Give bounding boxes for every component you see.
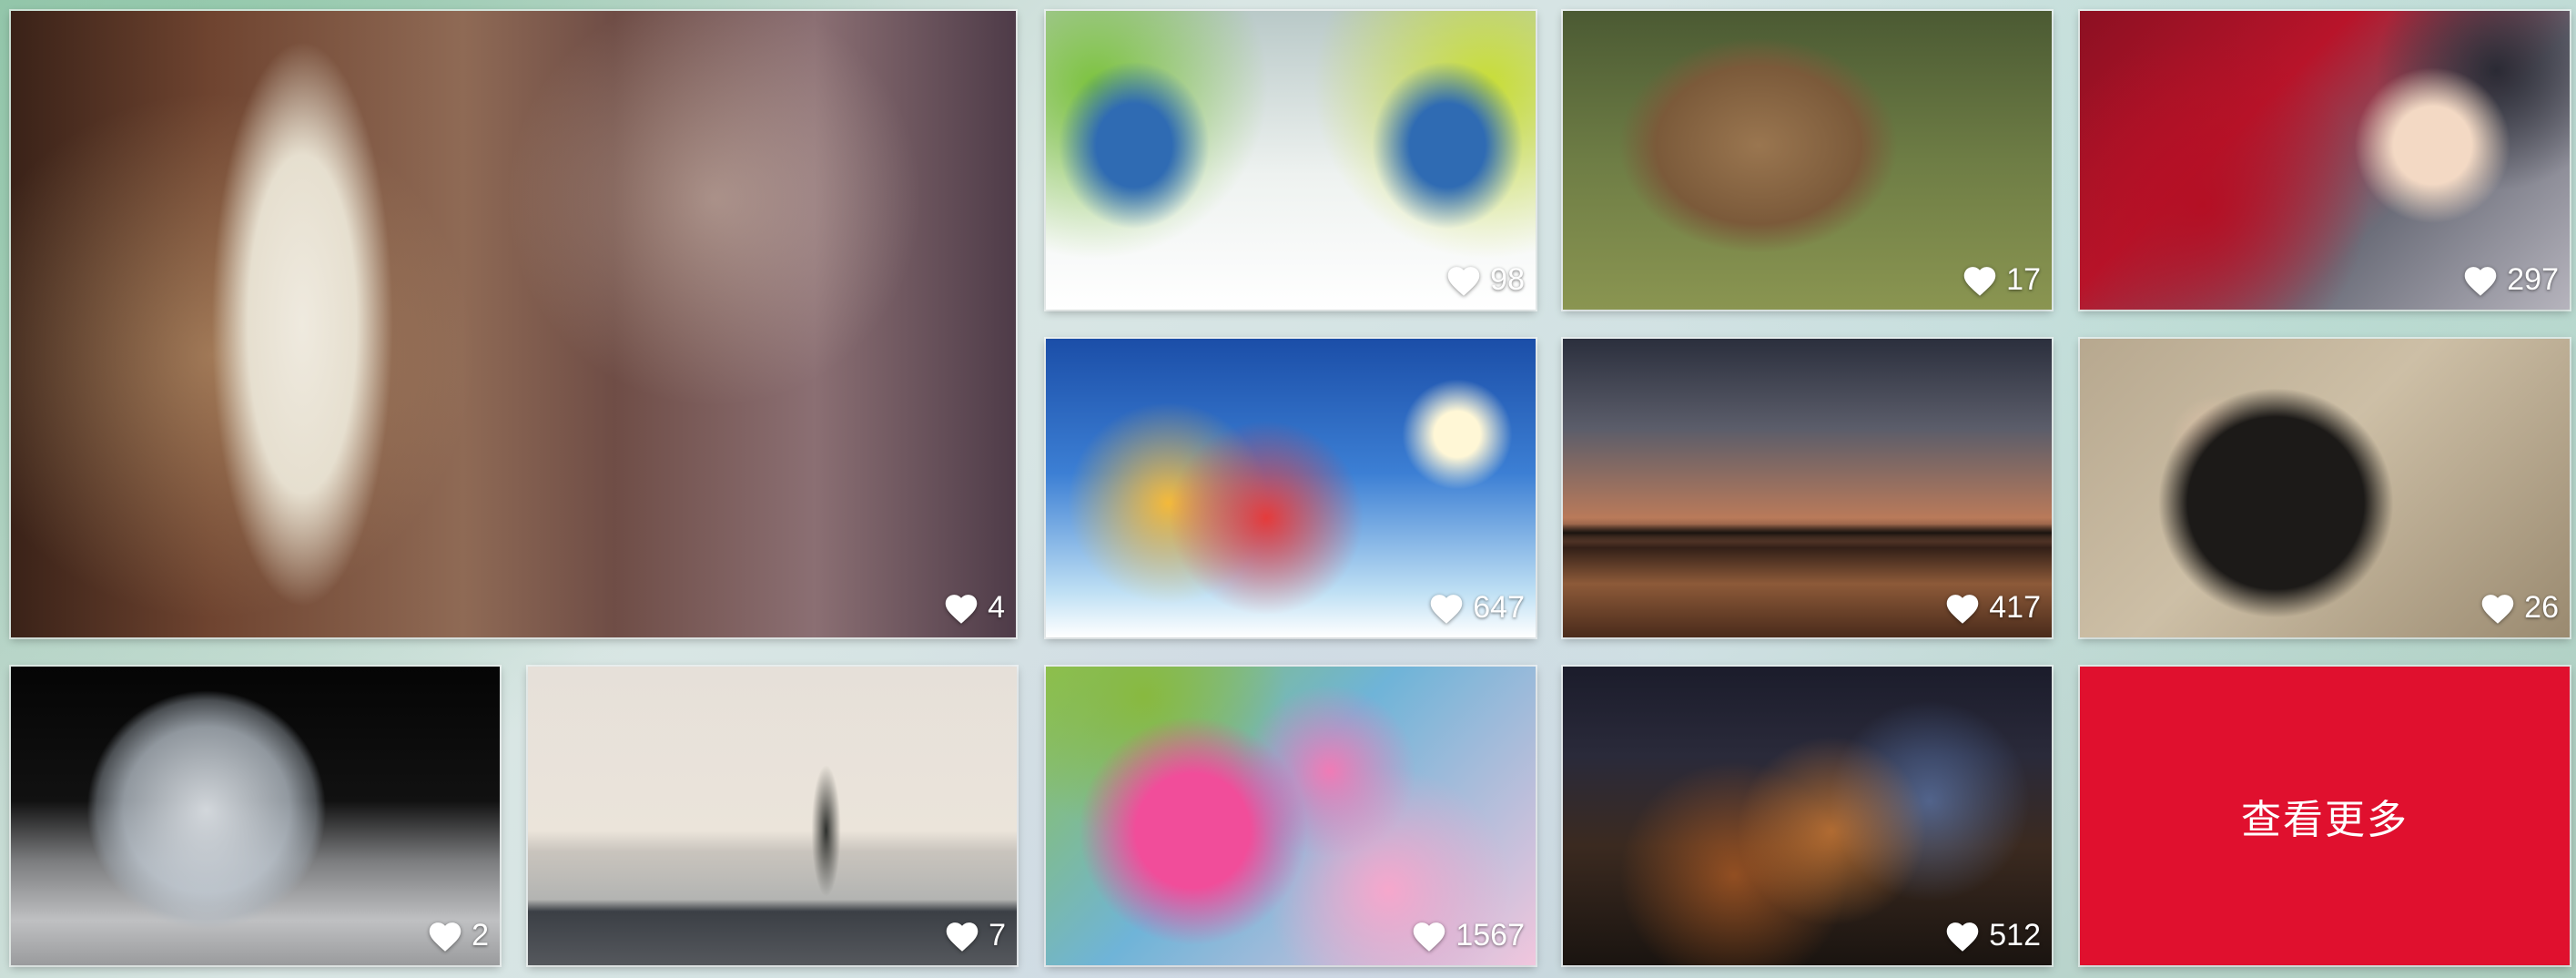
- heart-icon[interactable]: [2461, 262, 2500, 297]
- photo-tile-skyline[interactable]: 417: [1563, 339, 2052, 637]
- heart-icon[interactable]: [942, 590, 980, 625]
- heart-icon[interactable]: [1410, 918, 1448, 953]
- like-count: 2: [426, 918, 489, 953]
- like-count-value: 98: [1490, 262, 1525, 297]
- like-count-value: 17: [2006, 262, 2041, 297]
- like-count-value: 7: [989, 918, 1006, 953]
- like-count: 7: [943, 918, 1006, 953]
- heart-icon[interactable]: [1943, 590, 1982, 625]
- heart-icon[interactable]: [1427, 590, 1465, 625]
- photo-tile-woman[interactable]: 26: [2080, 339, 2570, 637]
- photo-tile-girl-sea[interactable]: 7: [528, 667, 1017, 965]
- like-count-value: 647: [1473, 590, 1525, 625]
- like-count-value: 417: [1989, 590, 2041, 625]
- like-count-value: 2: [472, 918, 489, 953]
- photo-grid: 4 98 17 297 647 417 26 2 7 1567 512 查看更多: [0, 0, 2576, 978]
- heart-icon[interactable]: [1445, 262, 1483, 297]
- photo-tile-cat[interactable]: 17: [1563, 11, 2052, 310]
- like-count: 17: [1961, 262, 2041, 297]
- photo-tile-parrots[interactable]: 98: [1046, 11, 1536, 310]
- photo-tile-xmas[interactable]: 647: [1046, 339, 1536, 637]
- like-count: 417: [1943, 590, 2041, 625]
- like-count: 647: [1427, 590, 1525, 625]
- like-count: 98: [1445, 262, 1525, 297]
- like-count-value: 26: [2524, 590, 2559, 625]
- photo-tile-flowers[interactable]: 1567: [1046, 667, 1536, 965]
- heart-icon[interactable]: [1961, 262, 1999, 297]
- like-count: 512: [1943, 918, 2041, 953]
- photo-tile-anime[interactable]: 297: [2080, 11, 2570, 310]
- like-count: 26: [2479, 590, 2559, 625]
- like-count: 297: [2461, 262, 2559, 297]
- view-more-button[interactable]: 查看更多: [2080, 667, 2570, 965]
- view-more-label: 查看更多: [2241, 798, 2409, 842]
- heart-icon[interactable]: [943, 918, 981, 953]
- photo-icecream: [11, 11, 1016, 637]
- photo-tile-icecream[interactable]: 4: [11, 11, 1016, 637]
- heart-icon[interactable]: [1943, 918, 1982, 953]
- photo-tile-night-city[interactable]: 512: [1563, 667, 2052, 965]
- like-count: 1567: [1410, 918, 1525, 953]
- heart-icon[interactable]: [426, 918, 464, 953]
- heart-icon[interactable]: [2479, 590, 2517, 625]
- like-count-value: 512: [1989, 918, 2041, 953]
- like-count-value: 4: [988, 590, 1005, 625]
- like-count-value: 297: [2507, 262, 2559, 297]
- photo-tile-bubble[interactable]: 2: [11, 667, 500, 965]
- like-count-value: 1567: [1455, 918, 1525, 953]
- like-count: 4: [942, 590, 1005, 625]
